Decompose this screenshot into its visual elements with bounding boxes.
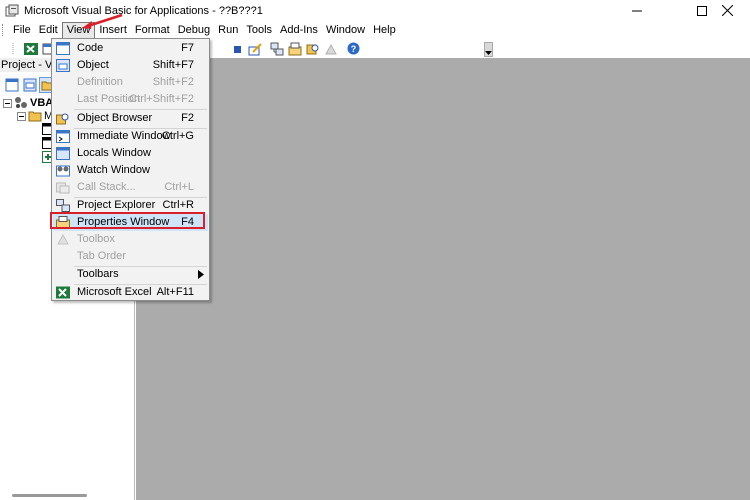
view-menu-toolbox: Toolbox [53, 231, 208, 248]
menu-item-shortcut: Ctrl+L [164, 181, 194, 193]
view-object-button[interactable] [21, 77, 39, 93]
project-explorer-icon [270, 42, 284, 55]
vba-app-icon [5, 4, 19, 18]
window-title: Microsoft Visual Basic for Applications … [24, 4, 263, 17]
menu-item-shortcut: Ctrl+Shift+F2 [129, 93, 194, 105]
menu-item-label: Object Browser [77, 112, 153, 124]
menu-item-label: Microsoft Excel [77, 286, 152, 298]
minimize-icon [632, 10, 642, 11]
toolbox-icon [57, 233, 69, 245]
properties-window-icon [288, 42, 302, 55]
view-menu-object[interactable]: Object Shift+F7 [53, 57, 208, 74]
immediate-window-icon [56, 130, 70, 143]
menu-item-label: Immediate Window [77, 130, 171, 142]
menu-help[interactable]: Help [369, 22, 400, 39]
menu-item-label: Toolbars [77, 268, 119, 280]
view-menu-last-position: Last Position Ctrl+Shift+F2 [53, 91, 208, 108]
menu-item-shortcut: Ctrl+R [162, 199, 194, 211]
menu-item-shortcut: Shift+F2 [152, 76, 194, 88]
toolbar-grip[interactable] [4, 41, 22, 57]
horizontal-scrollbar[interactable] [12, 494, 87, 497]
menu-item-shortcut: F2 [181, 112, 194, 124]
close-button[interactable] [704, 0, 750, 21]
object-browser-toolbar-button[interactable] [304, 41, 322, 57]
menu-item-label: Tab Order [77, 250, 126, 262]
toolbar-options-dropdown[interactable] [484, 42, 493, 57]
properties-toolbar-button[interactable] [286, 41, 304, 57]
view-menu-definition: Definition Shift+F2 [53, 74, 208, 91]
menu-file[interactable]: File [9, 22, 35, 39]
call-stack-icon [56, 182, 70, 194]
menu-add-ins[interactable]: Add-Ins [276, 22, 322, 39]
minimize-button[interactable] [614, 0, 660, 21]
menu-item-label: Watch Window [77, 164, 150, 176]
menu-item-label: Definition [77, 76, 123, 88]
menu-tools[interactable]: Tools [242, 22, 276, 39]
view-menu-microsoft-excel[interactable]: Microsoft Excel Alt+F11 [53, 284, 208, 301]
menu-window[interactable]: Window [322, 22, 369, 39]
menu-item-label: Code [77, 42, 104, 54]
menu-item-label: Project Explorer [77, 199, 156, 211]
menu-grip[interactable] [2, 24, 5, 36]
code-window-icon [56, 42, 70, 55]
view-code-icon [5, 78, 19, 92]
menu-item-shortcut: F7 [181, 42, 194, 54]
toolbox-toolbar-button[interactable] [322, 41, 340, 57]
view-menu-tab-order: Tab Order [53, 248, 208, 265]
menu-item-shortcut: Alt+F11 [156, 286, 194, 298]
menu-debug[interactable]: Debug [174, 22, 214, 39]
view-menu-object-browser[interactable]: Object Browser F2 [53, 110, 208, 127]
annotation-highlight-box [50, 212, 205, 229]
menu-format[interactable]: Format [131, 22, 174, 39]
view-menu-call-stack: Call Stack... Ctrl+L [53, 179, 208, 196]
help-icon: ? [347, 42, 359, 55]
excel-icon [24, 42, 38, 55]
submenu-arrow-icon [198, 270, 204, 279]
view-menu-watch-window[interactable]: Watch Window [53, 162, 208, 179]
view-object-icon [23, 78, 37, 92]
view-menu-dropdown: Code F7 Object Shift+F7 Definition Shift… [51, 38, 210, 301]
chevron-down-icon [485, 51, 492, 55]
view-menu-toolbars[interactable]: Toolbars [53, 266, 208, 283]
annotation-arrow-icon [82, 13, 123, 29]
collapse-icon [17, 111, 26, 121]
project-explorer-toolbar-button[interactable] [268, 41, 286, 57]
vba-project-icon [15, 97, 27, 108]
close-icon [721, 5, 733, 16]
menu-item-label: Object [77, 59, 109, 71]
locals-window-icon [56, 147, 70, 160]
toolbox-icon [325, 43, 337, 54]
view-menu-locals-window[interactable]: Locals Window [53, 145, 208, 162]
design-mode-icon [248, 42, 262, 55]
stop-button[interactable] [228, 41, 246, 57]
excel-icon [56, 286, 70, 299]
view-code-button[interactable] [3, 77, 21, 93]
stop-icon [234, 45, 241, 53]
object-browser-icon [56, 113, 69, 125]
menu-item-shortcut: Ctrl+G [161, 130, 194, 142]
watch-window-icon [56, 165, 70, 177]
project-explorer-icon [56, 199, 70, 212]
object-icon [56, 59, 70, 72]
menu-edit[interactable]: Edit [35, 22, 62, 39]
design-mode-button[interactable] [246, 41, 264, 57]
svg-text:?: ? [350, 44, 356, 54]
view-menu-code[interactable]: Code F7 [53, 40, 208, 57]
menu-item-label: Call Stack... [77, 181, 136, 193]
menu-item-label: Toolbox [77, 233, 115, 245]
menu-item-shortcut: Shift+F7 [152, 59, 194, 71]
excel-toolbar-button[interactable] [22, 41, 40, 57]
tree-node-microsoft-excel-objects[interactable]: Mi [17, 110, 56, 122]
folder-icon [28, 111, 42, 122]
help-button[interactable]: ? [344, 41, 362, 57]
code-workspace[interactable] [136, 58, 750, 500]
view-menu-immediate-window[interactable]: Immediate Window Ctrl+G [53, 128, 208, 145]
collapse-icon [3, 98, 12, 108]
object-browser-icon [306, 44, 319, 54]
menu-run[interactable]: Run [214, 22, 242, 39]
menu-item-label: Locals Window [77, 147, 151, 159]
